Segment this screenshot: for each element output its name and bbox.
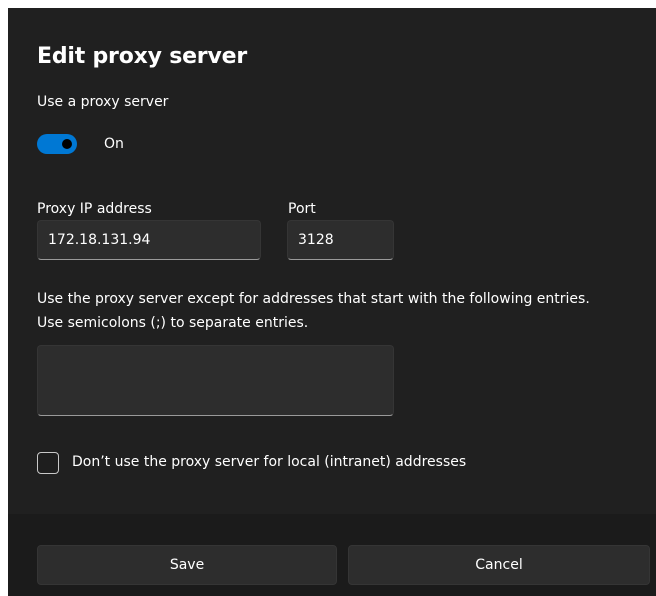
edit-proxy-dialog: Edit proxy server Use a proxy server On … xyxy=(8,8,656,596)
exceptions-input[interactable] xyxy=(37,345,394,416)
toggle-state-label: On xyxy=(104,136,124,152)
proxy-toggle[interactable] xyxy=(37,134,77,154)
dialog-title: Edit proxy server xyxy=(37,44,247,69)
dialog-footer: Save Cancel xyxy=(8,514,656,596)
proxy-ip-input[interactable]: 172.18.131.94 xyxy=(37,220,261,260)
use-proxy-label: Use a proxy server xyxy=(37,94,169,110)
save-button[interactable]: Save xyxy=(37,545,337,585)
local-addresses-checkbox[interactable] xyxy=(37,452,59,474)
port-value: 3128 xyxy=(298,232,334,248)
proxy-ip-label: Proxy IP address xyxy=(37,201,152,217)
proxy-ip-value: 172.18.131.94 xyxy=(48,232,151,248)
port-label: Port xyxy=(288,201,316,217)
exceptions-description-line1: Use the proxy server except for addresse… xyxy=(37,291,590,307)
port-input[interactable]: 3128 xyxy=(287,220,394,260)
local-addresses-label: Don’t use the proxy server for local (in… xyxy=(72,454,467,470)
cancel-button[interactable]: Cancel xyxy=(348,545,650,585)
toggle-knob xyxy=(62,139,72,149)
exceptions-description-line2: Use semicolons (;) to separate entries. xyxy=(37,315,309,331)
